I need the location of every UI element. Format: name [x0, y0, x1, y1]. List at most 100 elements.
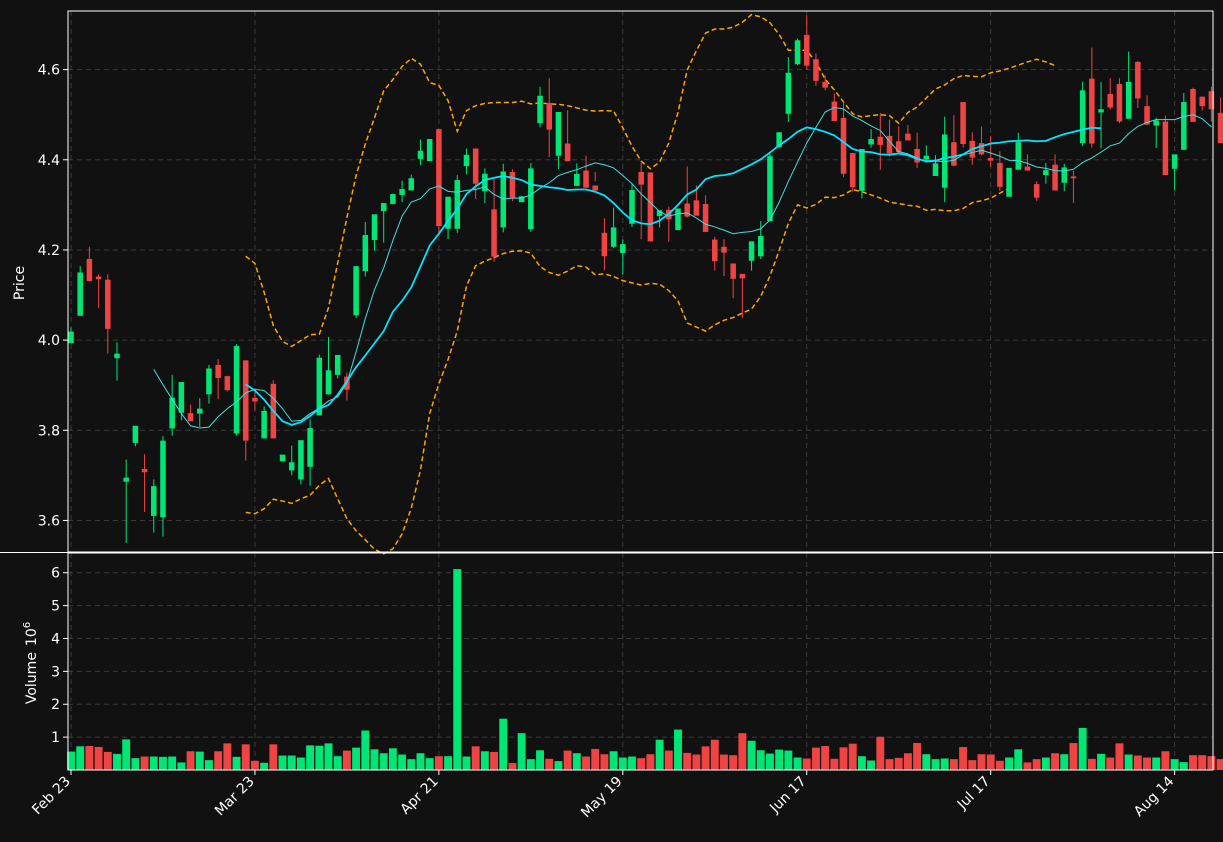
- volume-bar: [370, 749, 379, 770]
- candle-body: [399, 189, 405, 195]
- candle-body: [1171, 154, 1178, 169]
- candle-body: [1061, 167, 1068, 183]
- candle-body: [638, 171, 644, 185]
- volume-bar: [122, 739, 131, 770]
- candle-body: [242, 360, 249, 441]
- volume-bar: [1087, 758, 1096, 770]
- candle-body: [233, 345, 240, 434]
- volume-bar: [103, 751, 112, 770]
- volume-bar: [306, 745, 315, 770]
- candle-body: [951, 142, 957, 166]
- candle-body: [362, 235, 369, 272]
- volume-bar: [894, 757, 903, 770]
- candle-body: [739, 273, 746, 279]
- volume-bar: [195, 751, 204, 770]
- candle-body: [472, 148, 479, 184]
- candle-body: [831, 101, 838, 122]
- candle-body: [702, 203, 709, 232]
- candle-body: [822, 81, 828, 88]
- candle-body: [1107, 93, 1113, 108]
- volume-bar: [85, 745, 94, 770]
- volume-bar: [1198, 755, 1207, 770]
- volume-bar: [628, 756, 636, 770]
- candle-body: [380, 203, 387, 212]
- candle-body: [1153, 120, 1159, 126]
- volume-bar: [1170, 759, 1179, 770]
- volume-bar: [1115, 743, 1124, 770]
- candle-body: [68, 331, 74, 344]
- candle-body: [583, 170, 589, 188]
- candle-body: [1006, 167, 1012, 197]
- candle-body: [748, 241, 755, 261]
- candle-body: [555, 111, 562, 156]
- candle-body: [877, 136, 884, 145]
- volume-bar: [1189, 755, 1197, 770]
- volume-bar: [407, 759, 416, 770]
- volume-bar: [710, 739, 719, 770]
- candle-body: [132, 425, 139, 443]
- volume-bar: [738, 733, 747, 770]
- volume-bar: [848, 743, 857, 770]
- volume-bar: [554, 761, 563, 770]
- candle-body: [196, 408, 203, 414]
- volume-tick-label: 4: [51, 631, 60, 647]
- candle-body: [123, 477, 129, 482]
- volume-bar: [480, 751, 489, 770]
- volume-bar: [232, 756, 241, 770]
- candle-body: [960, 102, 966, 144]
- volume-bar: [1051, 753, 1060, 770]
- candle-body: [371, 214, 378, 241]
- price-tick-label: 4.4: [38, 153, 60, 169]
- volume-bar: [637, 758, 646, 770]
- candle-body: [693, 200, 700, 216]
- price-tick-label: 4.2: [38, 243, 60, 259]
- candle-body: [1098, 109, 1104, 113]
- candle-body: [813, 59, 819, 81]
- volume-bar: [260, 762, 269, 770]
- candle-body: [160, 440, 166, 518]
- candle-body: [923, 155, 930, 160]
- candle-body: [914, 148, 920, 163]
- candle-body: [1024, 166, 1031, 171]
- volume-bar: [903, 753, 912, 770]
- candle-body: [564, 143, 571, 162]
- volume-bar: [1133, 755, 1142, 770]
- volume-bar: [149, 756, 158, 770]
- volume-bar: [241, 744, 250, 770]
- candle-body: [114, 353, 120, 359]
- volume-bar: [398, 754, 407, 770]
- candle-body: [721, 246, 727, 253]
- volume-bar: [720, 754, 728, 770]
- candle-body: [840, 117, 847, 174]
- volume-bar: [572, 753, 581, 770]
- volume-bar: [692, 754, 701, 770]
- candle-body: [895, 141, 902, 153]
- volume-bar: [278, 755, 287, 770]
- volume-axis-label: Volume 106: [22, 622, 40, 704]
- candle-body: [574, 173, 580, 186]
- volume-bar: [1078, 727, 1087, 770]
- volume-bar: [949, 759, 958, 770]
- candle-body: [279, 454, 286, 462]
- candle-body: [1052, 164, 1058, 191]
- candle-body: [675, 208, 681, 231]
- volume-bar: [655, 739, 664, 770]
- candle-body: [758, 235, 764, 257]
- volume-bar: [940, 758, 949, 770]
- volume-tick-label: 1: [51, 730, 60, 746]
- candle-body: [334, 354, 341, 375]
- candle-body: [206, 368, 212, 395]
- volume-axis-label-text: Volume: [24, 652, 40, 704]
- volume-bar: [250, 760, 259, 770]
- volume-bar: [995, 760, 1004, 770]
- candle-body: [417, 150, 424, 159]
- volume-bar: [1032, 759, 1041, 770]
- volume-bar: [1069, 743, 1078, 770]
- volume-bar: [1179, 762, 1188, 770]
- volume-bar: [324, 743, 333, 770]
- volume-bar: [342, 750, 351, 770]
- candle-body: [849, 153, 856, 188]
- volume-bar: [1216, 759, 1223, 770]
- candle-body: [436, 129, 442, 227]
- stock-chart: 3.63.84.04.24.44.6123456Feb 23 Mar 23 Apr …: [0, 0, 1223, 842]
